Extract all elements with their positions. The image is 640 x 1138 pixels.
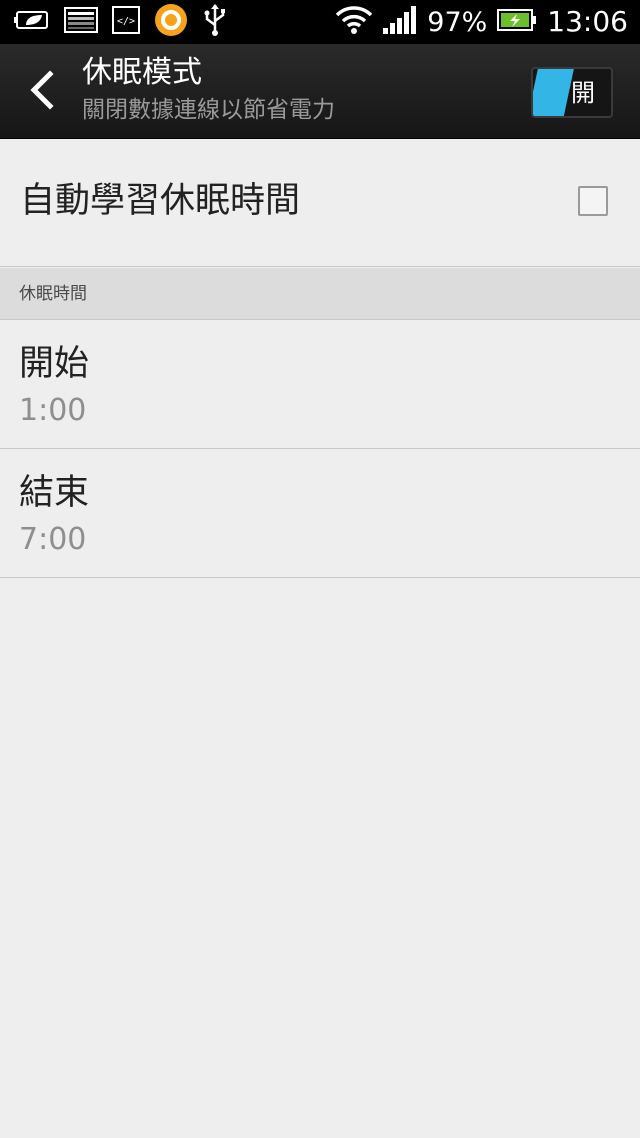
toggle-label: 開 [571,79,595,107]
toggle-on-indicator [533,69,574,116]
status-bar: </> 97% 13:06 [0,0,640,44]
svg-text:</>: </> [117,16,135,27]
battery-percent: 97% [427,6,488,38]
start-time-row[interactable]: 開始 1:00 [0,321,640,449]
action-bar: 休眠模式 關閉數據連線以節省電力 開 [0,44,640,139]
start-time-value: 1:00 [19,393,87,428]
auto-learn-sleep-time-label: 自動學習休眠時間 [20,181,301,221]
screen: </> 97% 13:06 休眠模式 關閉數據連線以節省電力 開 自動學習休眠時… [0,0,640,1138]
back-arrow-icon [28,70,56,114]
auto-learn-checkbox[interactable] [578,186,608,216]
end-time-row[interactable]: 結束 7:00 [0,450,640,578]
image-notification-icon [64,7,98,37]
back-button[interactable] [22,70,62,114]
signal-bars-icon [383,6,417,38]
wifi-icon [335,5,373,39]
status-bar-notifications: </> [14,3,242,41]
clock: 13:06 [547,5,628,38]
page-title: 休眠模式 [82,55,202,90]
section-header-label: 休眠時間 [19,284,87,304]
start-time-label: 開始 [19,344,90,384]
end-time-label: 結束 [19,473,90,513]
usb-icon [202,3,228,41]
app-ring-icon [154,3,188,41]
code-icon: </> [112,6,140,38]
page-subtitle: 關閉數據連線以節省電力 [82,97,335,123]
end-time-value: 7:00 [19,522,87,557]
auto-learn-sleep-time-row[interactable]: 自動學習休眠時間 [0,140,640,267]
sleep-mode-toggle[interactable]: 開 [531,67,613,118]
section-header-sleep-time: 休眠時間 [0,268,640,320]
status-bar-system: 97% 13:06 [325,5,628,39]
leaf-battery-icon [14,8,50,36]
battery-charging-icon [497,8,537,36]
